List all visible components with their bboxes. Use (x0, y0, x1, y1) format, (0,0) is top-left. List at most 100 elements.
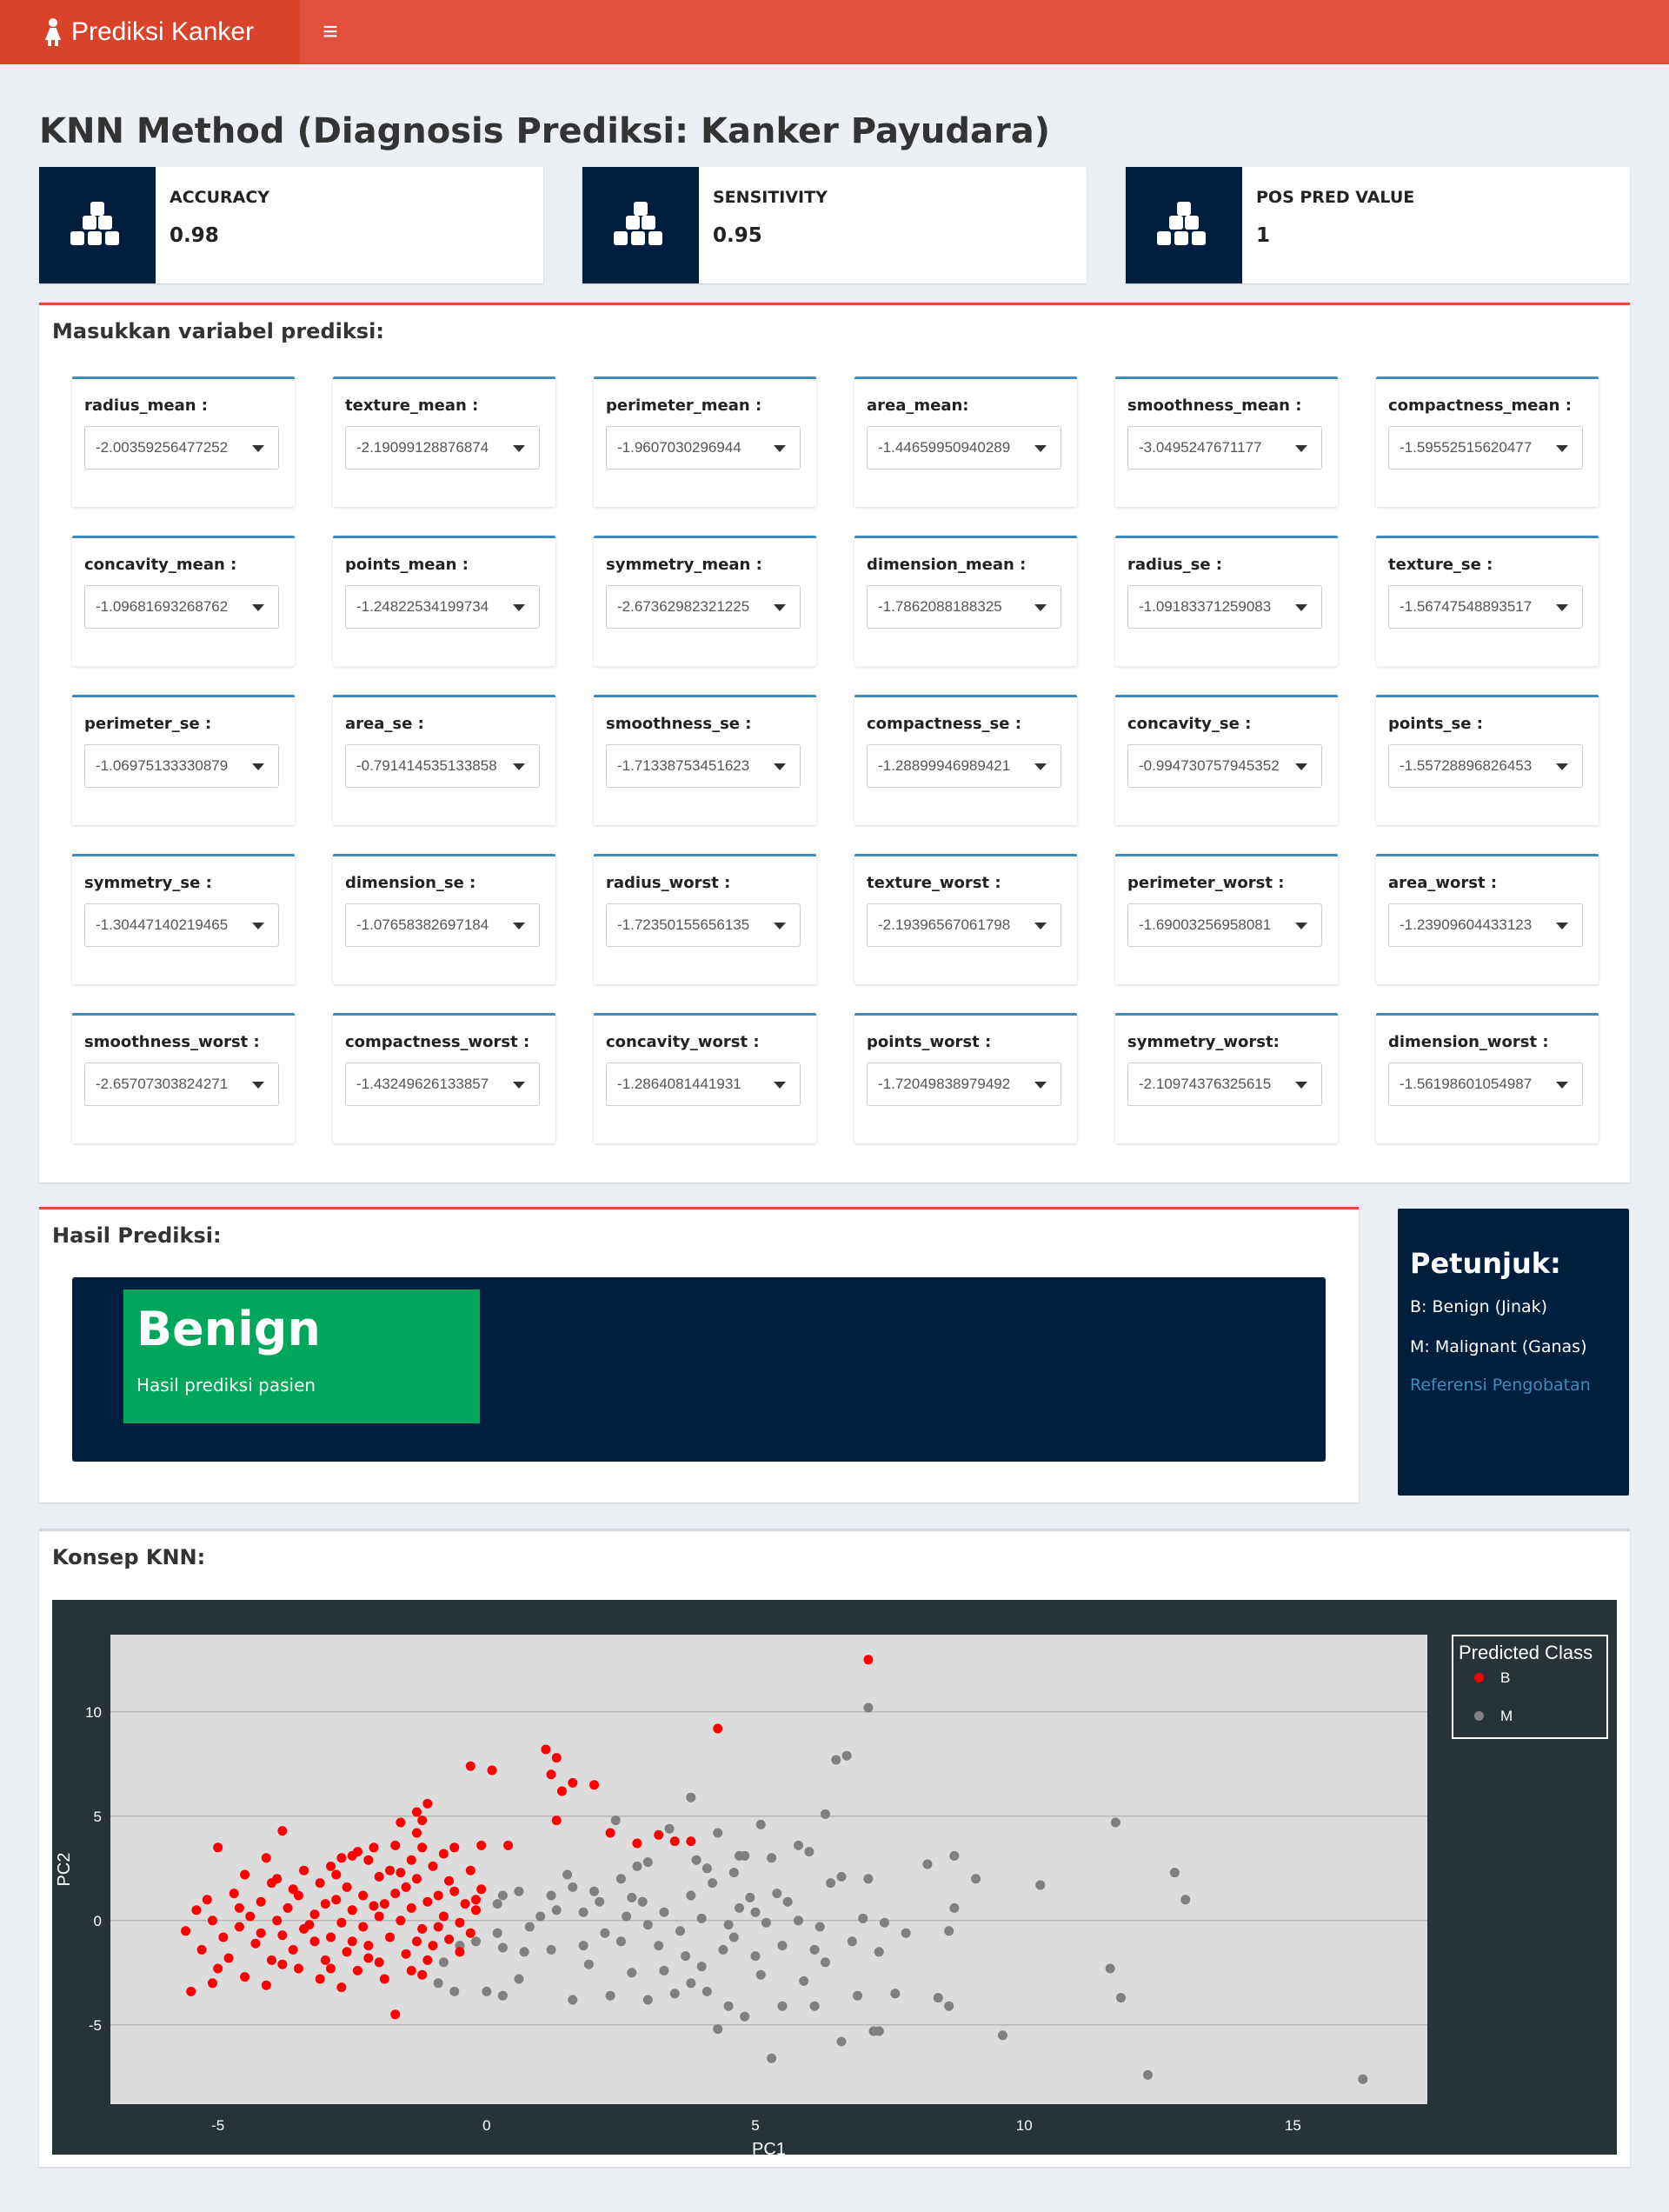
point-m (863, 1874, 874, 1884)
variable-select[interactable]: -2.67362982321225 (606, 585, 801, 629)
point-m (949, 1902, 960, 1913)
variable-card: dimension_worst : -1.56198601054987 (1376, 1013, 1599, 1143)
point-m (734, 1850, 744, 1861)
variable-select-value: -1.56198601054987 (1400, 1076, 1533, 1092)
variable-select[interactable]: -2.19099128876874 (345, 426, 540, 470)
point-b (863, 1655, 874, 1665)
caret-down-icon (1556, 763, 1568, 770)
point-m (755, 1819, 766, 1829)
variable-select[interactable]: -0.791414535133858 (345, 744, 540, 788)
point-m (809, 2001, 820, 2011)
point-b (202, 1895, 212, 1905)
variable-select[interactable]: -1.7862088188325 (867, 585, 1061, 629)
variable-select[interactable]: -1.24822534199734 (345, 585, 540, 629)
point-b (245, 1911, 256, 1922)
variable-select[interactable]: -1.06975133330879 (84, 744, 279, 788)
point-b (234, 1902, 244, 1913)
metric-icon-bg (39, 167, 156, 283)
variable-select[interactable]: -1.59552515620477 (1388, 426, 1583, 470)
point-m (933, 1993, 943, 2003)
brand[interactable]: Prediksi Kanker (0, 0, 300, 64)
variable-select[interactable]: -1.30447140219465 (84, 903, 279, 947)
variable-select[interactable]: -1.09183371259083 (1127, 585, 1322, 629)
variable-select[interactable]: -0.994730757945352 (1127, 744, 1322, 788)
variable-select[interactable]: -1.72350155656135 (606, 903, 801, 947)
point-b (605, 1828, 615, 1838)
point-m (492, 1899, 502, 1909)
variable-select-value: -1.9607030296944 (617, 439, 741, 456)
point-m (497, 1990, 508, 2001)
variable-select[interactable]: -1.09681693268762 (84, 585, 279, 629)
variable-select[interactable]: -1.43249626133857 (345, 1063, 540, 1106)
hint-title: Petunjuk: (1410, 1247, 1561, 1280)
treatment-reference-link[interactable]: Referensi Pengobatan (1410, 1376, 1591, 1395)
point-m (438, 1957, 449, 1968)
point-m (622, 1911, 632, 1922)
prediction-caption: Hasil prediksi pasien (136, 1375, 316, 1396)
hamburger-icon[interactable]: ≡ (317, 19, 343, 45)
point-b (455, 1947, 465, 1957)
variable-select[interactable]: -2.65707303824271 (84, 1063, 279, 1106)
point-m (605, 1990, 615, 2001)
variable-select[interactable]: -1.69003256958081 (1127, 903, 1322, 947)
variable-select-value: -2.00359256477252 (96, 439, 229, 456)
variable-label: smoothness_worst : (84, 1033, 260, 1051)
point-m (890, 1989, 901, 1999)
variable-select[interactable]: -1.28899946989421 (867, 744, 1061, 788)
variable-select[interactable]: -2.00359256477252 (84, 426, 279, 470)
point-m (799, 1975, 809, 1986)
point-m (497, 1890, 508, 1901)
point-b (465, 1761, 475, 1771)
point-m (632, 1861, 642, 1871)
point-b (551, 1816, 562, 1826)
variable-select[interactable]: -1.55728896826453 (1388, 744, 1583, 788)
variable-select[interactable]: -1.2864081441931 (606, 1063, 801, 1106)
point-b (411, 1936, 422, 1947)
point-b (433, 1890, 443, 1901)
variable-label: radius_mean : (84, 396, 208, 415)
variable-select[interactable]: -1.23909604433123 (1388, 903, 1583, 947)
variable-select[interactable]: -2.19396567061798 (867, 903, 1061, 947)
variable-card: perimeter_se : -1.06975133330879 (72, 695, 295, 825)
point-m (686, 1978, 696, 1989)
point-m (702, 1863, 712, 1874)
variable-select[interactable]: -1.72049838979492 (867, 1063, 1061, 1106)
female-icon (43, 18, 63, 46)
caret-down-icon (1295, 763, 1307, 770)
point-m (728, 1868, 739, 1878)
point-b (207, 1916, 217, 1926)
point-m (831, 1755, 841, 1765)
caret-down-icon (252, 923, 264, 929)
variable-select-value: -1.2864081441931 (617, 1076, 741, 1092)
metric-value: 0.95 (713, 224, 762, 247)
variable-select-value: -0.791414535133858 (356, 757, 497, 774)
variable-card: compactness_se : -1.28899946989421 (854, 695, 1077, 825)
point-m (723, 1920, 734, 1930)
variable-select-value: -1.55728896826453 (1400, 757, 1533, 774)
variable-select[interactable]: -1.9607030296944 (606, 426, 801, 470)
point-b (396, 1817, 406, 1828)
knn-chart[interactable]: -5 0 5 10 -5 0 5 10 15 PC1 PC2 (52, 1600, 1617, 2159)
variable-select[interactable]: -1.71338753451623 (606, 744, 801, 788)
variable-select[interactable]: -3.0495247671177 (1127, 426, 1322, 470)
point-b (465, 1865, 475, 1876)
variable-select[interactable]: -1.07658382697184 (345, 903, 540, 947)
point-b (433, 1922, 443, 1932)
variable-select[interactable]: -2.10974376325615 (1127, 1063, 1322, 1106)
point-m (858, 1913, 868, 1923)
variable-card: smoothness_se : -1.71338753451623 (594, 695, 816, 825)
variable-select[interactable]: -1.56198601054987 (1388, 1063, 1583, 1106)
variable-select-value: -2.19396567061798 (878, 916, 1011, 933)
point-b (213, 1963, 223, 1974)
variable-label: radius_worst : (606, 874, 731, 892)
point-b (551, 1753, 562, 1763)
point-m (519, 1947, 529, 1957)
point-b (589, 1780, 600, 1790)
variable-select[interactable]: -1.56747548893517 (1388, 585, 1583, 629)
variable-select[interactable]: -1.44659950940289 (867, 426, 1061, 470)
variable-label: compactness_worst : (345, 1033, 530, 1051)
variable-select-value: -1.44659950940289 (878, 439, 1011, 456)
point-m (1035, 1880, 1046, 1890)
caret-down-icon (774, 923, 786, 929)
variable-label: perimeter_mean : (606, 396, 762, 415)
